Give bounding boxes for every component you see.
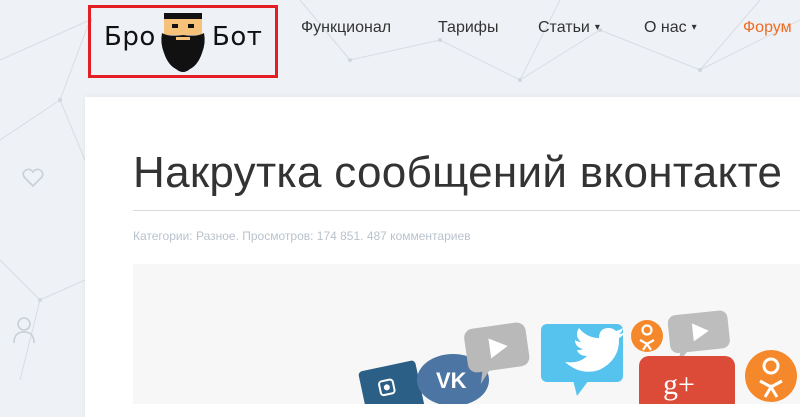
nav-functional-label: Функционал: [301, 19, 392, 36]
site-header: Бро Бот Функционал Тарифы Статьи ▾ О нас ▾…: [0, 0, 800, 95]
google-plus-icon: g+: [639, 356, 735, 404]
nav-articles-label: Статьи: [538, 19, 590, 36]
twitter-icon: [541, 324, 625, 396]
social-icons-illustration: VK g+: [358, 310, 797, 404]
chevron-down-icon: ▾: [691, 22, 697, 33]
article-hero-image: VK g+: [133, 264, 800, 404]
odnoklassniki-icon: [631, 320, 663, 352]
user-icon[interactable]: [12, 315, 36, 345]
logo-left-word: Бро: [104, 22, 156, 52]
logo-link[interactable]: Бро Бот: [88, 5, 278, 78]
nav-articles[interactable]: Статьи ▾: [538, 19, 600, 39]
bearded-bot-face-icon: [161, 13, 205, 72]
nav-about-label: О нас: [644, 19, 687, 36]
nav-functional[interactable]: Функционал: [301, 19, 391, 39]
nav-about[interactable]: О нас ▾: [644, 19, 697, 39]
nav-tariffs-label: Тарифы: [438, 19, 499, 36]
heart-icon[interactable]: [22, 168, 44, 188]
vk-icon-text: VK: [436, 368, 467, 393]
title-divider: [133, 210, 800, 211]
google-plus-icon-text: g+: [663, 368, 695, 401]
chevron-down-icon: ▾: [594, 22, 600, 33]
article-meta: Категории: Разное. Просмотров: 174 851. …: [133, 229, 471, 243]
logo-right-word: Бот: [212, 22, 263, 52]
instagram-icon: [358, 360, 425, 404]
nav-forum[interactable]: Форум: [743, 19, 792, 39]
odnoklassniki-icon: [745, 350, 797, 402]
page-title: Накрутка сообщений вконтакте: [133, 148, 783, 197]
nav-tariffs[interactable]: Тарифы: [438, 19, 498, 39]
youtube-icon: [667, 310, 730, 364]
nav-forum-label: Форум: [743, 19, 792, 36]
